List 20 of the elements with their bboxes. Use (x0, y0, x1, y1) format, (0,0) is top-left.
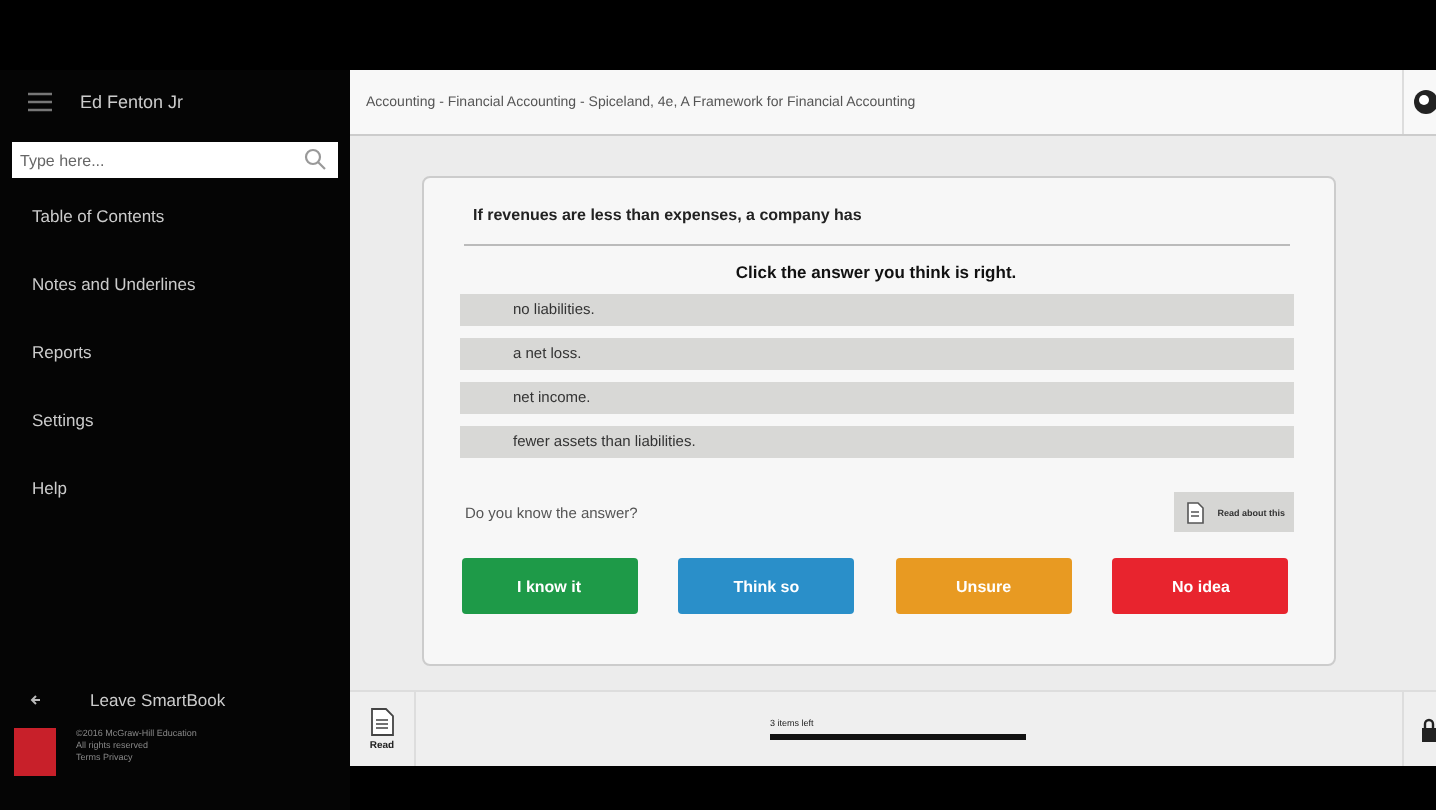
lock-icon[interactable] (1420, 715, 1436, 743)
confidence-button[interactable]: Think so (678, 558, 855, 614)
confidence-button[interactable]: No idea (1112, 558, 1289, 614)
search-field[interactable]: Type here... (12, 142, 338, 178)
sidebar-item[interactable]: Reports (0, 336, 350, 404)
user-name: Ed Fenton Jr (80, 91, 184, 111)
sidebar-item[interactable]: Help (0, 472, 350, 540)
publisher-logo-icon (14, 728, 56, 776)
document-icon (1185, 501, 1204, 523)
instruction-text: Click the answer you think is right. (733, 262, 1019, 282)
search-icon[interactable] (304, 148, 326, 170)
document-icon (370, 707, 394, 735)
leave-link[interactable]: Leave SmartBook (0, 690, 350, 710)
sidebar-item[interactable]: Table of Contents (0, 200, 350, 268)
arrow-left-icon (30, 694, 42, 706)
menu-icon[interactable] (28, 91, 52, 111)
sidebar-item[interactable]: Settings (0, 404, 350, 472)
sidebar-item[interactable]: Notes and Underlines (0, 268, 350, 336)
confidence-button[interactable]: I know it (461, 558, 637, 614)
question-text: If revenues are less than expenses, a company has (471, 206, 864, 224)
